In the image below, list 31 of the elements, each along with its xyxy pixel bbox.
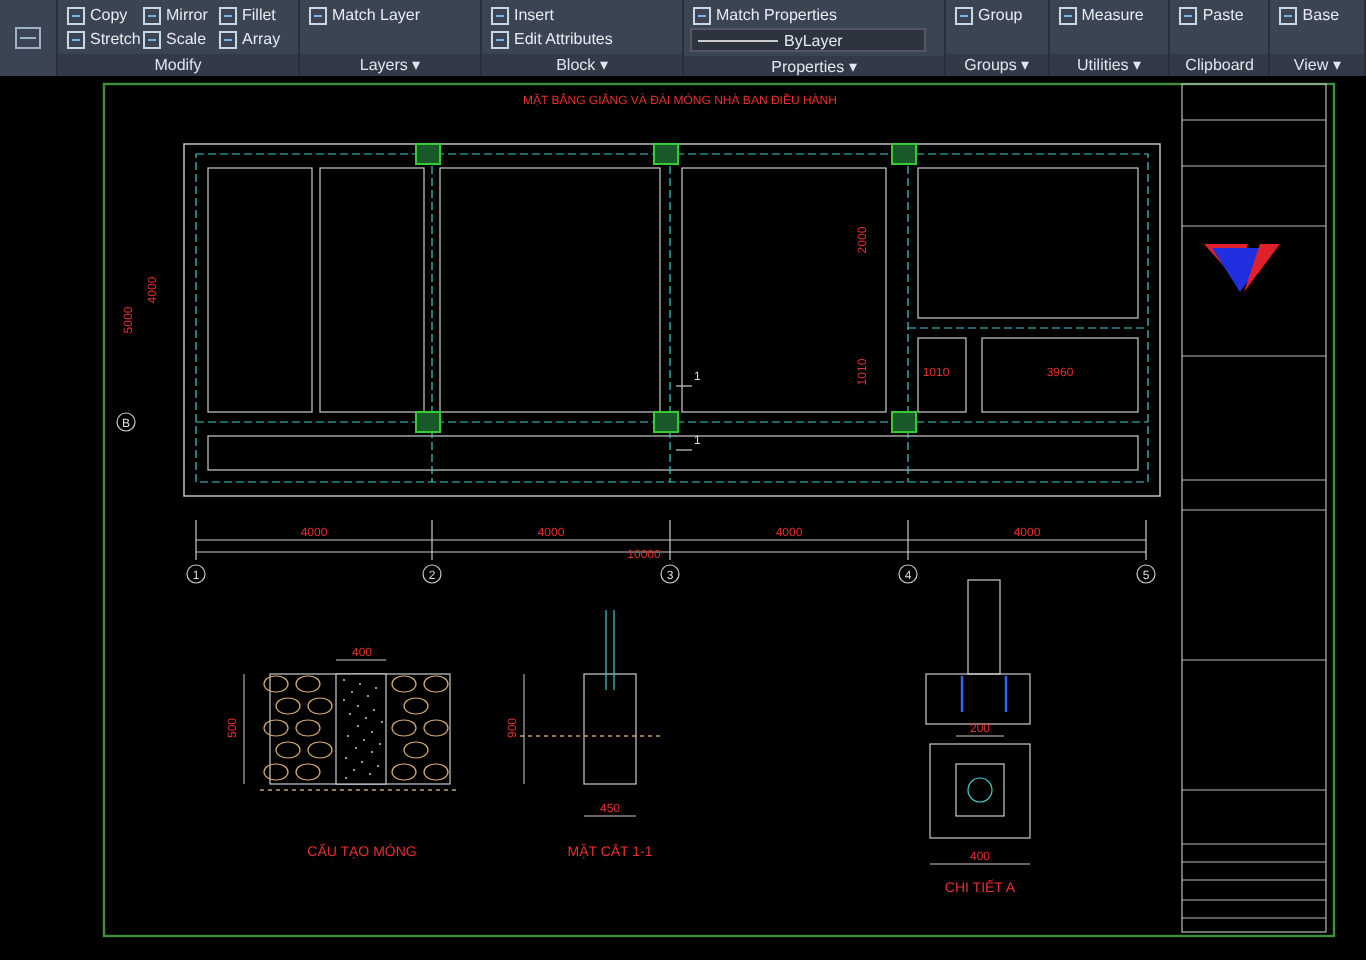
ribbon-tool[interactable]: Base: [1276, 4, 1342, 26]
grid-axis-bubble: [422, 564, 442, 584]
panel-title[interactable]: View ▾: [1270, 54, 1364, 76]
ribbon-tool[interactable]: Paste: [1176, 4, 1246, 26]
grid-axis-bubble: [116, 412, 136, 432]
panel-title[interactable]: Layers ▾: [300, 54, 480, 76]
ribbon-tool[interactable]: Insert: [488, 4, 557, 26]
ribbon-tool[interactable]: Match Layer: [306, 4, 423, 26]
panel-title[interactable]: Clipboard: [1170, 54, 1269, 76]
company-logo: [1204, 244, 1280, 292]
ribbon-tool[interactable]: Match Properties: [690, 4, 839, 26]
ribbon-tool[interactable]: Array: [216, 28, 284, 50]
panel-title[interactable]: Block ▾: [482, 54, 682, 76]
select-icon[interactable]: [14, 26, 42, 50]
section-mark: [675, 385, 693, 451]
panel-title[interactable]: Utilities ▾: [1049, 54, 1169, 76]
panel-title[interactable]: Properties ▾: [684, 56, 944, 76]
ribbon-tool[interactable]: Group: [952, 4, 1025, 26]
grid-axis-bubble: [1136, 564, 1156, 584]
panel-title[interactable]: Groups ▾: [946, 54, 1048, 76]
grid-axis-bubble: [186, 564, 206, 584]
grid-axis-bubble: [898, 564, 918, 584]
ribbon-tool[interactable]: Scale: [140, 28, 208, 50]
linetype-dropdown[interactable]: ByLayer: [690, 28, 926, 52]
ribbon-tool[interactable]: Mirror: [140, 4, 208, 26]
ribbon-tool[interactable]: Fillet: [216, 4, 284, 26]
ribbon-tool[interactable]: Copy: [64, 4, 132, 26]
grid-axis-bubble: [660, 564, 680, 584]
ribbon-tool[interactable]: Measure: [1055, 4, 1146, 26]
ribbon-tool[interactable]: Edit Attributes: [488, 28, 615, 50]
panel-title[interactable]: Modify: [58, 54, 298, 76]
